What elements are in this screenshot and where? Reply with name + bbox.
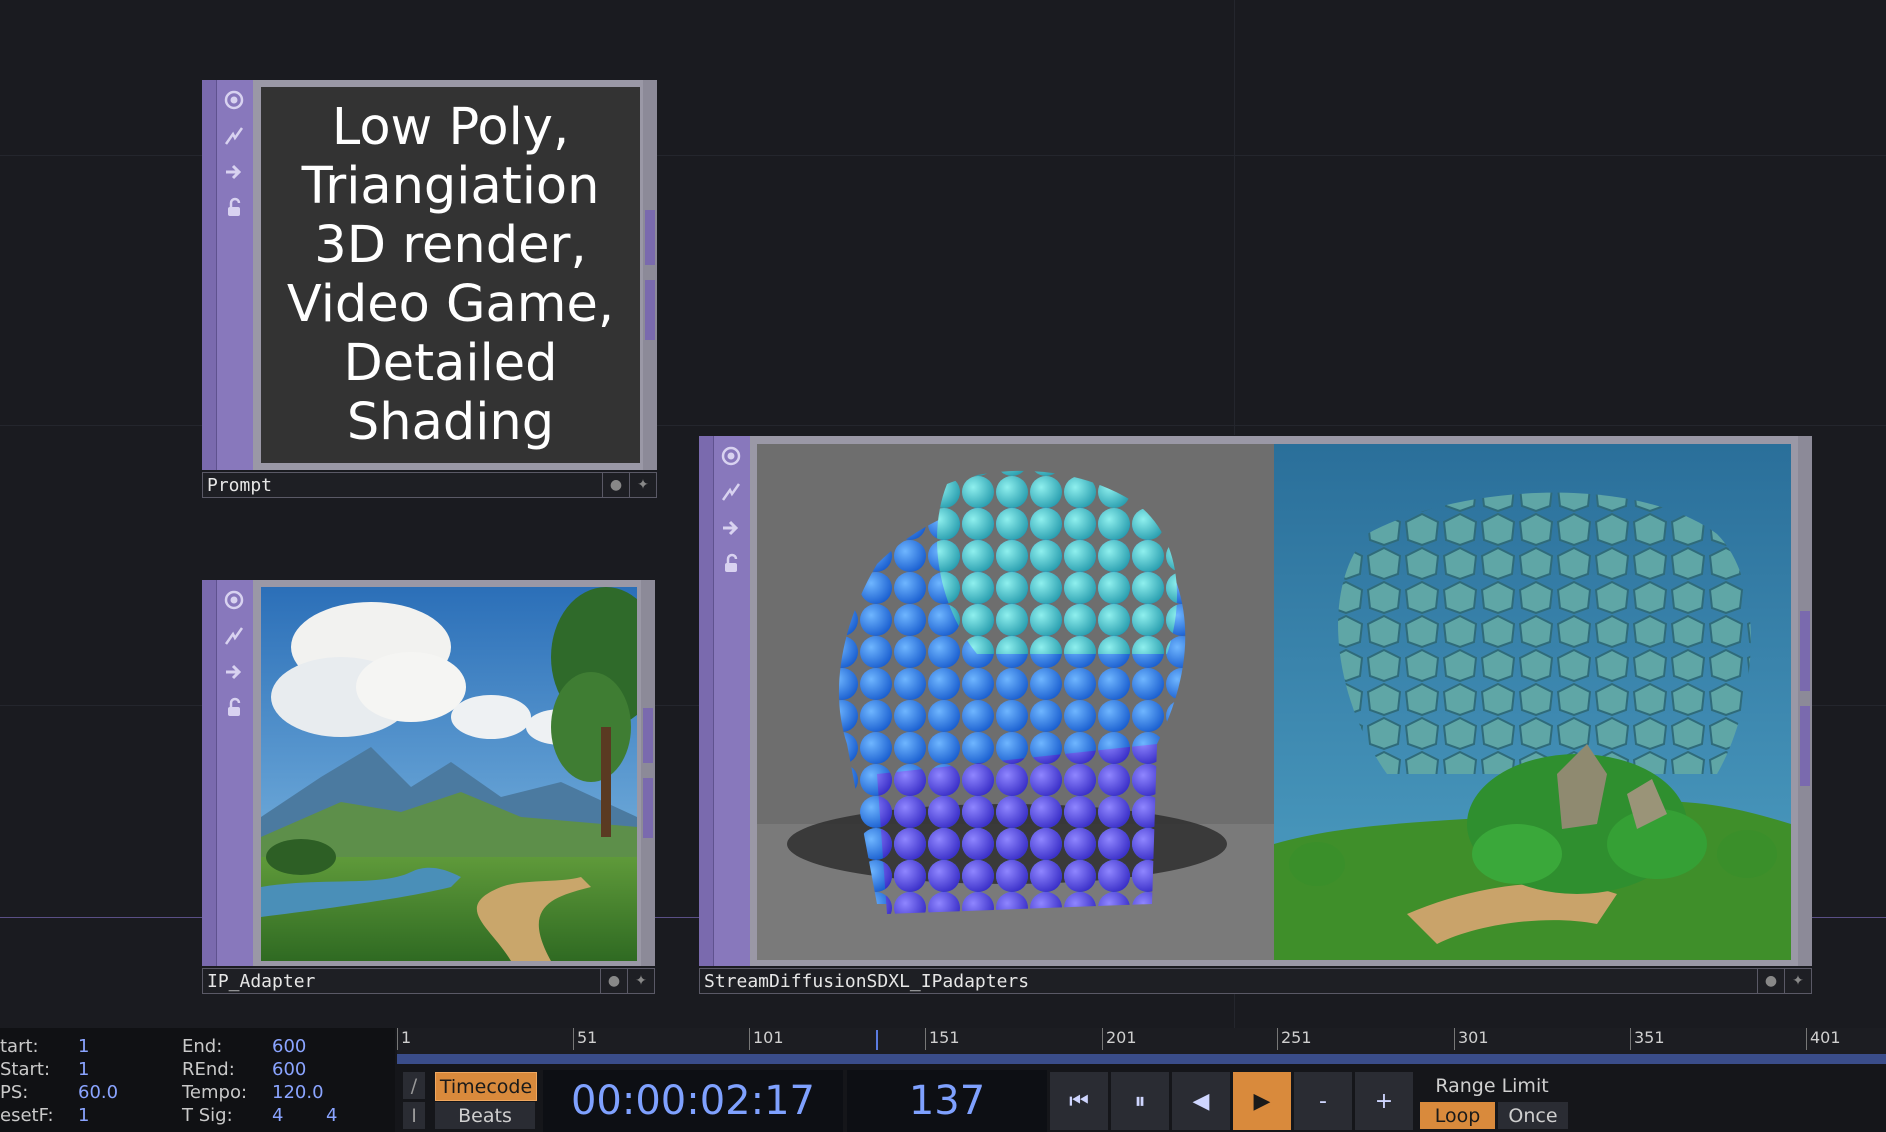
- viewer-active-icon[interactable]: ●: [1757, 969, 1784, 993]
- node-icon-column: [713, 442, 749, 586]
- viewer-toggle-icon[interactable]: [717, 442, 745, 470]
- prompt-label-bar[interactable]: Prompt ● ✦: [202, 472, 657, 498]
- timeline-tick: 201: [1102, 1028, 1137, 1050]
- prompt-text: Low Poly, Triangiation 3D render, Video …: [261, 87, 640, 463]
- timeline-tick: 301: [1454, 1028, 1489, 1050]
- export-arrow-icon[interactable]: [220, 158, 248, 186]
- timeline-tick: 151: [925, 1028, 960, 1050]
- timeline-ruler[interactable]: 1 51 101 151 201 251 301 351 401: [397, 1028, 1886, 1064]
- time-stats: tart: 1 Start: 1 PS: 60.0 esetF: 1 End: 600 R…: [0, 1028, 395, 1132]
- output-connector[interactable]: [643, 778, 653, 838]
- timeline-range-bar[interactable]: [397, 1054, 1886, 1064]
- once-button[interactable]: Once: [1498, 1102, 1568, 1129]
- start-stat: tart: 1: [0, 1036, 90, 1057]
- pin-icon[interactable]: ✦: [627, 969, 654, 993]
- bar-button[interactable]: I: [403, 1102, 425, 1129]
- increment-button[interactable]: +: [1355, 1072, 1413, 1130]
- node-icon-column: [216, 586, 252, 730]
- timeline-tick: 1: [397, 1028, 411, 1050]
- bypass-icon[interactable]: [220, 122, 248, 150]
- node-right-edge: [641, 580, 655, 966]
- node-icon-column: [216, 86, 252, 230]
- tempo-stat: Tempo: 120.0: [182, 1082, 324, 1103]
- output-connector[interactable]: [645, 210, 655, 265]
- grid-line: [1234, 0, 1235, 435]
- prompt-line: Low Poly,: [331, 98, 570, 157]
- resetf-stat: esetF: 1: [0, 1105, 90, 1126]
- output-connector[interactable]: [1800, 706, 1810, 786]
- bypass-icon[interactable]: [220, 622, 248, 650]
- diffusion-output-image: [757, 444, 1791, 960]
- transport-controls: / I Timecode Beats 00:00:02:17 137 ⏮ ⏸ ◀…: [397, 1068, 1886, 1132]
- play-button[interactable]: ▶: [1233, 1072, 1291, 1130]
- viewer-active-icon[interactable]: ●: [602, 473, 629, 497]
- timeline-panel: tart: 1 Start: 1 PS: 60.0 esetF: 1 End: 600 R…: [0, 1028, 1886, 1132]
- grid-line: [1234, 990, 1235, 1028]
- pause-button[interactable]: ⏸: [1111, 1072, 1169, 1130]
- output-connector[interactable]: [643, 708, 653, 763]
- prompt-preview: Low Poly, Triangiation 3D render, Video …: [261, 87, 640, 463]
- prompt-line: Detailed: [343, 334, 558, 393]
- prompt-line: Video Game,: [286, 275, 615, 334]
- tsig-stat: T Sig: 4 4: [182, 1105, 338, 1126]
- pin-icon[interactable]: ✦: [629, 473, 656, 497]
- node-name[interactable]: IP_Adapter: [203, 971, 600, 992]
- lock-icon[interactable]: [717, 550, 745, 578]
- node-name[interactable]: StreamDiffusionSDXL_IPadapters: [700, 971, 1757, 992]
- connection-wire[interactable]: [653, 917, 700, 918]
- rend-stat: REnd: 600: [182, 1059, 307, 1080]
- connection-wire[interactable]: [1810, 917, 1886, 918]
- rstart-stat: Start: 1: [0, 1059, 90, 1080]
- viewer-toggle-icon[interactable]: [220, 586, 248, 614]
- beats-toggle[interactable]: Beats: [435, 1102, 535, 1129]
- prompt-line: Shading: [346, 393, 555, 452]
- bypass-icon[interactable]: [717, 478, 745, 506]
- playhead[interactable]: [876, 1030, 879, 1050]
- prompt-node[interactable]: Low Poly, Triangiation 3D render, Video …: [202, 80, 657, 470]
- decrement-button[interactable]: -: [1294, 1072, 1352, 1130]
- connection-wire[interactable]: [0, 917, 202, 918]
- stream-diffusion-label-bar[interactable]: StreamDiffusionSDXL_IPadapters ● ✦: [699, 968, 1812, 994]
- output-connector[interactable]: [1800, 611, 1810, 691]
- prompt-line: Triangiation: [301, 157, 600, 216]
- pin-icon[interactable]: ✦: [1784, 969, 1811, 993]
- range-limit-label: Range Limit: [1435, 1074, 1549, 1097]
- node-right-edge: [1798, 436, 1812, 966]
- timecode-display[interactable]: 00:00:02:17: [543, 1070, 843, 1132]
- landscape-image: [261, 587, 637, 961]
- timeline-tick: 251: [1277, 1028, 1312, 1050]
- lock-icon[interactable]: [220, 694, 248, 722]
- input-connector[interactable]: [202, 280, 216, 470]
- fps-stat: PS: 60.0: [0, 1082, 119, 1103]
- timeline-tick: 101: [749, 1028, 784, 1050]
- prompt-line: 3D render,: [314, 216, 587, 275]
- timeline-tick: 401: [1806, 1028, 1841, 1050]
- export-arrow-icon[interactable]: [220, 658, 248, 686]
- stream-diffusion-node[interactable]: [699, 436, 1812, 966]
- slash-button[interactable]: /: [403, 1072, 425, 1099]
- export-arrow-icon[interactable]: [717, 514, 745, 542]
- node-right-edge: [643, 80, 657, 470]
- viewer-toggle-icon[interactable]: [220, 86, 248, 114]
- viewer-active-icon[interactable]: ●: [600, 969, 627, 993]
- ip-adapter-label-bar[interactable]: IP_Adapter ● ✦: [202, 968, 655, 994]
- end-stat: End: 600: [182, 1036, 307, 1057]
- rewind-to-start-button[interactable]: ⏮: [1050, 1072, 1108, 1130]
- frame-display[interactable]: 137: [847, 1070, 1047, 1132]
- landscape-preview: [261, 587, 637, 961]
- node-name[interactable]: Prompt: [203, 475, 602, 496]
- lock-icon[interactable]: [220, 194, 248, 222]
- timeline-tick: 351: [1630, 1028, 1665, 1050]
- diffusion-preview: [757, 444, 1791, 960]
- input-connector[interactable]: [202, 80, 216, 267]
- ip-adapter-node[interactable]: [202, 580, 655, 966]
- timecode-toggle[interactable]: Timecode: [435, 1072, 537, 1101]
- step-back-button[interactable]: ◀: [1172, 1072, 1230, 1130]
- output-connector[interactable]: [645, 280, 655, 340]
- loop-button[interactable]: Loop: [1420, 1102, 1495, 1129]
- timeline-tick: 51: [573, 1028, 597, 1050]
